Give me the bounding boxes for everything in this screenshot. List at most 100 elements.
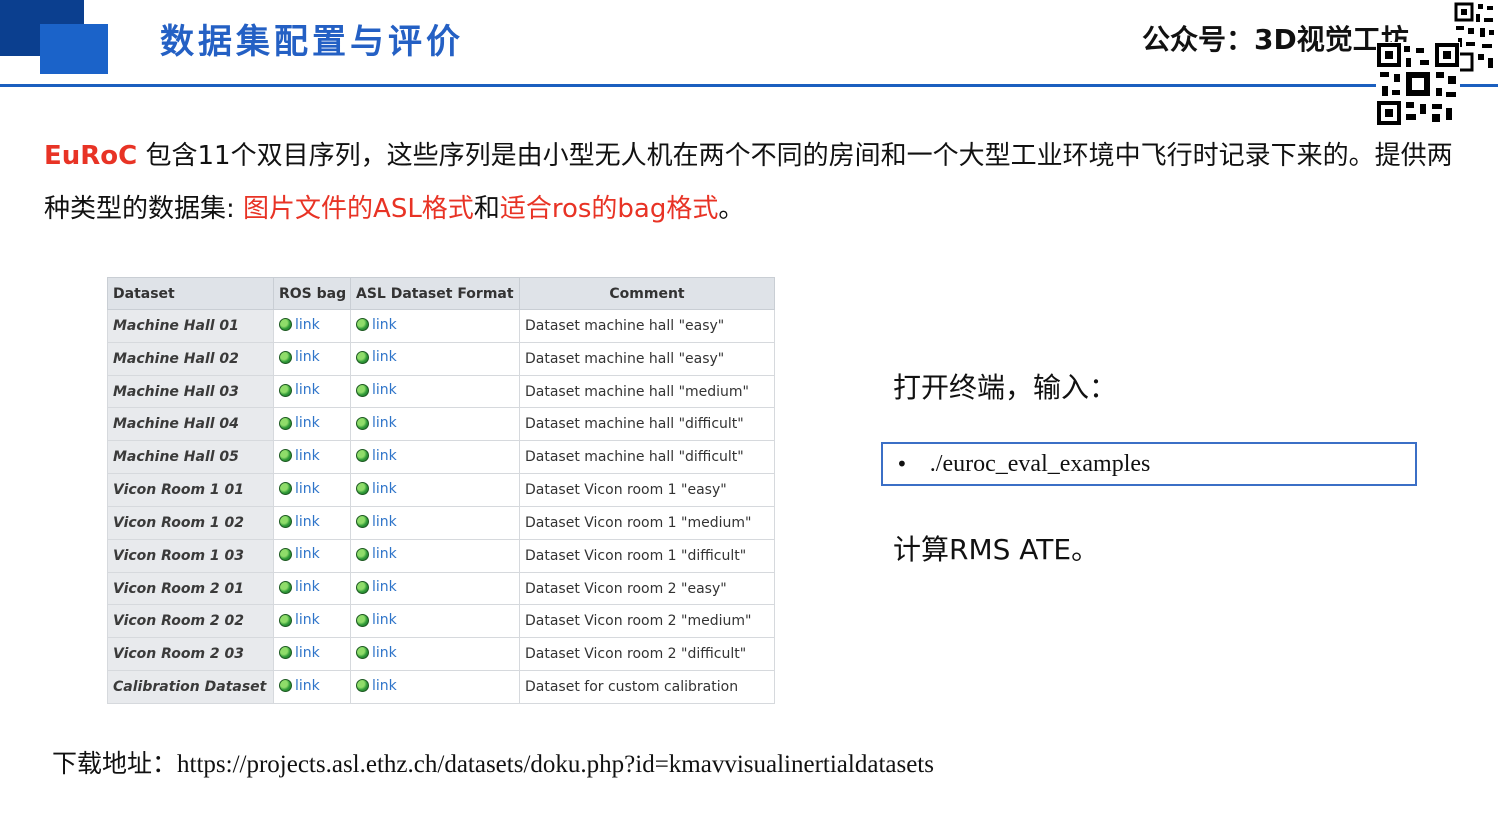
asl-format-cell: link bbox=[350, 309, 520, 343]
globe-icon bbox=[356, 449, 369, 463]
globe-icon bbox=[356, 580, 369, 594]
ros-bag-link[interactable]: link bbox=[279, 481, 320, 497]
asl-format-link[interactable]: link bbox=[356, 448, 397, 464]
table-row: Vicon Room 2 02 link link Dataset Vicon roo… bbox=[107, 604, 775, 639]
link-label: link bbox=[372, 579, 397, 596]
table-row: Machine Hall 05 link link Dataset machine h… bbox=[107, 440, 775, 475]
dataset-name-cell: Calibration Dataset bbox=[107, 670, 274, 704]
link-label: link bbox=[295, 513, 320, 530]
dataset-name-cell: Vicon Room 2 03 bbox=[107, 637, 274, 672]
dataset-name-cell: Machine Hall 02 bbox=[107, 341, 274, 376]
asl-format-cell: link bbox=[350, 505, 520, 540]
link-label: link bbox=[295, 415, 320, 432]
dataset-name-cell: Vicon Room 1 01 bbox=[107, 473, 274, 507]
terminal-instruction: 打开终端，输入： bbox=[893, 371, 1118, 404]
globe-icon bbox=[356, 416, 369, 430]
comment-cell: Dataset machine hall "easy" bbox=[519, 309, 775, 343]
asl-format-link[interactable]: link bbox=[356, 382, 397, 398]
table-row: Machine Hall 02 link link Dataset machine h… bbox=[107, 341, 775, 376]
globe-icon bbox=[279, 482, 292, 496]
ros-bag-link[interactable]: link bbox=[279, 546, 320, 562]
dataset-name-cell: Vicon Room 1 03 bbox=[107, 538, 274, 573]
globe-icon bbox=[279, 350, 292, 364]
ros-bag-cell: link bbox=[273, 670, 351, 704]
download-line: 下载地址：https://projects.asl.ethz.ch/datase… bbox=[52, 744, 934, 780]
asl-format-link[interactable]: link bbox=[356, 481, 397, 497]
ros-bag-cell: link bbox=[273, 374, 351, 409]
ros-bag-link[interactable]: link bbox=[279, 415, 320, 431]
qr-code-icon bbox=[1376, 42, 1460, 126]
intro-text-2: 和 bbox=[473, 194, 500, 224]
table-row: Vicon Room 1 02 link link Dataset Vicon roo… bbox=[107, 505, 775, 540]
globe-icon bbox=[279, 416, 292, 430]
comment-cell: Dataset Vicon room 1 "easy" bbox=[519, 473, 775, 507]
globe-icon bbox=[356, 646, 369, 660]
comment-cell: Dataset machine hall "easy" bbox=[519, 341, 775, 376]
asl-format-link[interactable]: link bbox=[356, 514, 397, 530]
asl-format-link[interactable]: link bbox=[356, 546, 397, 562]
comment-cell: Dataset Vicon room 2 "medium" bbox=[519, 604, 775, 639]
link-label: link bbox=[295, 382, 320, 399]
ros-bag-cell: link bbox=[273, 538, 351, 573]
globe-icon bbox=[279, 547, 292, 561]
command-text: ./euroc_eval_examples bbox=[929, 450, 1151, 477]
asl-format-link[interactable]: link bbox=[356, 415, 397, 431]
link-label: link bbox=[295, 349, 320, 366]
globe-icon bbox=[356, 547, 369, 561]
header-divider bbox=[0, 84, 1498, 87]
asl-format-cell: link bbox=[350, 670, 520, 704]
ros-bag-link[interactable]: link bbox=[279, 645, 320, 661]
ros-bag-link[interactable]: link bbox=[279, 514, 320, 530]
asl-format-link[interactable]: link bbox=[356, 317, 397, 333]
asl-format-link[interactable]: link bbox=[356, 612, 397, 628]
globe-icon bbox=[356, 318, 369, 332]
ros-bag-link[interactable]: link bbox=[279, 349, 320, 365]
command-box: • ./euroc_eval_examples bbox=[881, 442, 1417, 486]
comment-cell: Dataset machine hall "difficult" bbox=[519, 440, 775, 475]
ros-bag-link[interactable]: link bbox=[279, 382, 320, 398]
asl-format-cell: link bbox=[350, 473, 520, 507]
ros-bag-cell: link bbox=[273, 571, 351, 606]
globe-icon bbox=[279, 613, 292, 627]
globe-icon bbox=[356, 350, 369, 364]
asl-format-cell: link bbox=[350, 374, 520, 409]
asl-format-cell: link bbox=[350, 604, 520, 639]
comment-cell: Dataset Vicon room 2 "easy" bbox=[519, 571, 775, 606]
dataset-name-cell: Vicon Room 1 02 bbox=[107, 505, 274, 540]
ros-bag-cell: link bbox=[273, 309, 351, 343]
globe-icon bbox=[279, 515, 292, 529]
dataset-name-cell: Vicon Room 2 02 bbox=[107, 604, 274, 639]
asl-format-link[interactable]: link bbox=[356, 349, 397, 365]
dataset-name-cell: Machine Hall 03 bbox=[107, 374, 274, 409]
comment-cell: Dataset Vicon room 2 "difficult" bbox=[519, 637, 775, 672]
rms-ate-label: 计算RMS ATE。 bbox=[893, 533, 1100, 566]
asl-format-link[interactable]: link bbox=[356, 645, 397, 661]
link-label: link bbox=[372, 677, 397, 694]
link-label: link bbox=[372, 546, 397, 563]
header-decoration-light bbox=[40, 24, 108, 74]
asl-format-link[interactable]: link bbox=[356, 579, 397, 595]
slide-title: 数据集配置与评价 bbox=[160, 22, 464, 62]
asl-format-link[interactable]: link bbox=[356, 678, 397, 694]
link-label: link bbox=[295, 480, 320, 497]
dataset-name-cell: Vicon Room 2 01 bbox=[107, 571, 274, 606]
globe-icon bbox=[279, 383, 292, 397]
ros-bag-link[interactable]: link bbox=[279, 579, 320, 595]
globe-icon bbox=[356, 515, 369, 529]
comment-cell: Dataset Vicon room 1 "difficult" bbox=[519, 538, 775, 573]
column-header-dataset: Dataset bbox=[107, 277, 274, 310]
globe-icon bbox=[356, 679, 369, 693]
link-label: link bbox=[372, 644, 397, 661]
link-label: link bbox=[372, 513, 397, 530]
ros-bag-link[interactable]: link bbox=[279, 448, 320, 464]
table-row: Machine Hall 03 link link Dataset machine h… bbox=[107, 374, 775, 409]
table-row: Vicon Room 2 03 link link Dataset Vicon roo… bbox=[107, 637, 775, 672]
link-label: link bbox=[372, 415, 397, 432]
download-url-link[interactable]: https://projects.asl.ethz.ch/datasets/do… bbox=[177, 751, 934, 778]
ros-bag-link[interactable]: link bbox=[279, 678, 320, 694]
dataset-table-body: Machine Hall 01 link link Dataset machine h… bbox=[107, 309, 775, 704]
comment-cell: Dataset Vicon room 1 "medium" bbox=[519, 505, 775, 540]
ros-bag-link[interactable]: link bbox=[279, 317, 320, 333]
ros-bag-link[interactable]: link bbox=[279, 612, 320, 628]
highlight-bag-format: 适合ros的bag格式 bbox=[499, 194, 719, 224]
